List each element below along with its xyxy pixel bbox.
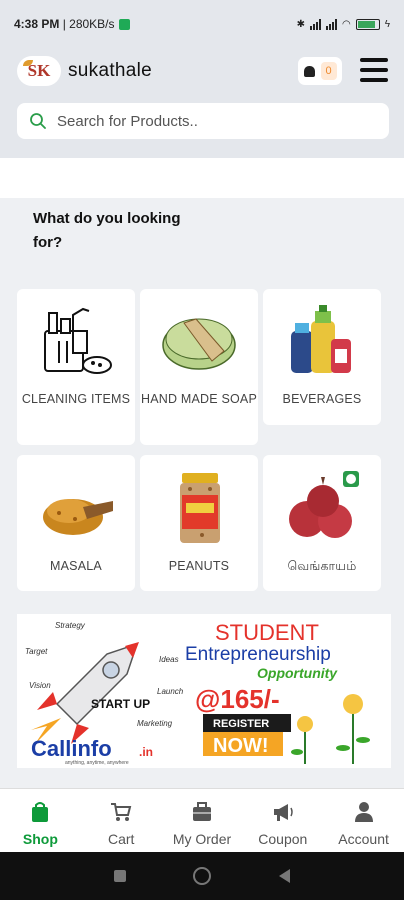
bottom-tab-bar: Shop Cart My Order Coupon Account	[0, 788, 404, 852]
app-notification-icon	[118, 18, 130, 30]
category-label: MASALA	[50, 559, 102, 573]
hamburger-menu-button[interactable]	[360, 58, 388, 82]
banner-opportunity: Opportunity	[257, 665, 338, 681]
megaphone-icon	[273, 804, 293, 821]
recents-button[interactable]	[113, 870, 126, 882]
status-bar: 4:38 PM | 280KB/s ✱ ◠ ϟ	[0, 0, 404, 48]
doodle-marketing: Marketing	[137, 719, 173, 728]
doodle-strategy: Strategy	[55, 621, 86, 630]
cta-now: NOW!	[213, 735, 269, 757]
banner-price: @165/-	[195, 684, 280, 714]
main-content[interactable]: What do you looking for? CLEANING ITEMS …	[0, 198, 404, 788]
doodle-vision: Vision	[29, 681, 51, 690]
category-card-masala[interactable]: MASALA	[17, 455, 135, 591]
doodle-target: Target	[25, 647, 48, 656]
category-label: வெங்காயம்	[287, 559, 357, 573]
onion-icon	[289, 471, 359, 538]
status-speed: 280KB/s	[69, 17, 115, 31]
doodle-ideas: Ideas	[159, 655, 179, 664]
category-label: CLEANING ITEMS	[21, 392, 131, 406]
callinfo-brand: Callinfo	[31, 736, 112, 761]
banner-headline: STUDENT	[215, 620, 319, 645]
beverage-bottles-icon	[291, 305, 351, 373]
status-time: 4:38 PM	[14, 17, 60, 31]
banner-subheadline: Entrepreneurship	[185, 644, 331, 665]
category-label: HAND MADE SOAP	[140, 392, 257, 406]
system-navigation-bar	[0, 852, 404, 900]
rocket-startup-text: START UP	[91, 697, 150, 711]
app-header: SK sukathale 0	[0, 48, 404, 158]
startup-banner-graphic: Strategy Target Ideas Vision Launch Mark…	[25, 620, 370, 766]
tab-label: Coupon	[258, 831, 308, 847]
category-card-peanuts[interactable]: PEANUTS	[140, 455, 258, 591]
cleaning-supplies-icon	[44, 307, 112, 374]
home-button[interactable]	[193, 867, 212, 885]
masala-spice-icon	[43, 499, 113, 535]
volte-signal-icon	[325, 18, 337, 30]
search-icon	[30, 113, 46, 129]
callinfo-tagline: anything, anytime, anywhere	[65, 760, 129, 766]
user-icon	[354, 802, 373, 822]
status-separator: |	[59, 17, 70, 31]
bluetooth-icon: ✱	[296, 18, 305, 30]
search-bar[interactable]	[17, 103, 389, 139]
battery-icon	[355, 18, 380, 30]
brand-name: sukathale	[68, 60, 153, 81]
category-card-soap[interactable]: HAND MADE SOAP	[140, 289, 258, 445]
doodle-launch: Launch	[157, 687, 184, 696]
tab-account[interactable]: Account	[323, 789, 404, 852]
search-input[interactable]	[57, 112, 357, 130]
bell-icon	[303, 65, 315, 77]
brand-logo[interactable]: SK	[17, 56, 61, 86]
notification-count: 0	[320, 62, 337, 80]
spacer-strip	[0, 158, 404, 198]
tab-cart[interactable]: Cart	[81, 789, 162, 852]
category-card-onion[interactable]: வெங்காயம்	[263, 455, 381, 591]
tab-label: Account	[338, 831, 389, 847]
peanut-jar-icon	[180, 473, 220, 543]
tab-shop[interactable]: Shop	[0, 789, 81, 852]
briefcase-icon	[192, 802, 211, 821]
promo-banner[interactable]: Strategy Target Ideas Vision Launch Mark…	[17, 614, 391, 768]
charging-icon: ϟ	[384, 18, 390, 30]
tab-label: Shop	[22, 831, 58, 847]
notification-button[interactable]: 0	[298, 57, 342, 85]
category-label: PEANUTS	[168, 559, 230, 573]
tab-my-order[interactable]: My Order	[162, 789, 243, 852]
cta-register: REGISTER	[213, 718, 269, 730]
category-card-cleaning[interactable]: CLEANING ITEMS	[17, 289, 135, 445]
soap-icon	[162, 318, 236, 370]
wifi-icon: ◠	[341, 18, 351, 30]
back-button[interactable]	[279, 869, 291, 883]
signal-icon	[309, 18, 321, 30]
callinfo-suffix: .in	[139, 745, 153, 759]
tab-label: Cart	[107, 831, 135, 847]
tab-label: My Order	[172, 831, 232, 847]
tab-coupon[interactable]: Coupon	[242, 789, 323, 852]
cart-icon	[111, 803, 132, 821]
category-card-beverages[interactable]: BEVERAGES	[263, 289, 381, 425]
category-label: BEVERAGES	[282, 392, 362, 406]
shopping-bag-icon	[32, 802, 49, 822]
section-title: What do you looking for?	[33, 210, 181, 251]
